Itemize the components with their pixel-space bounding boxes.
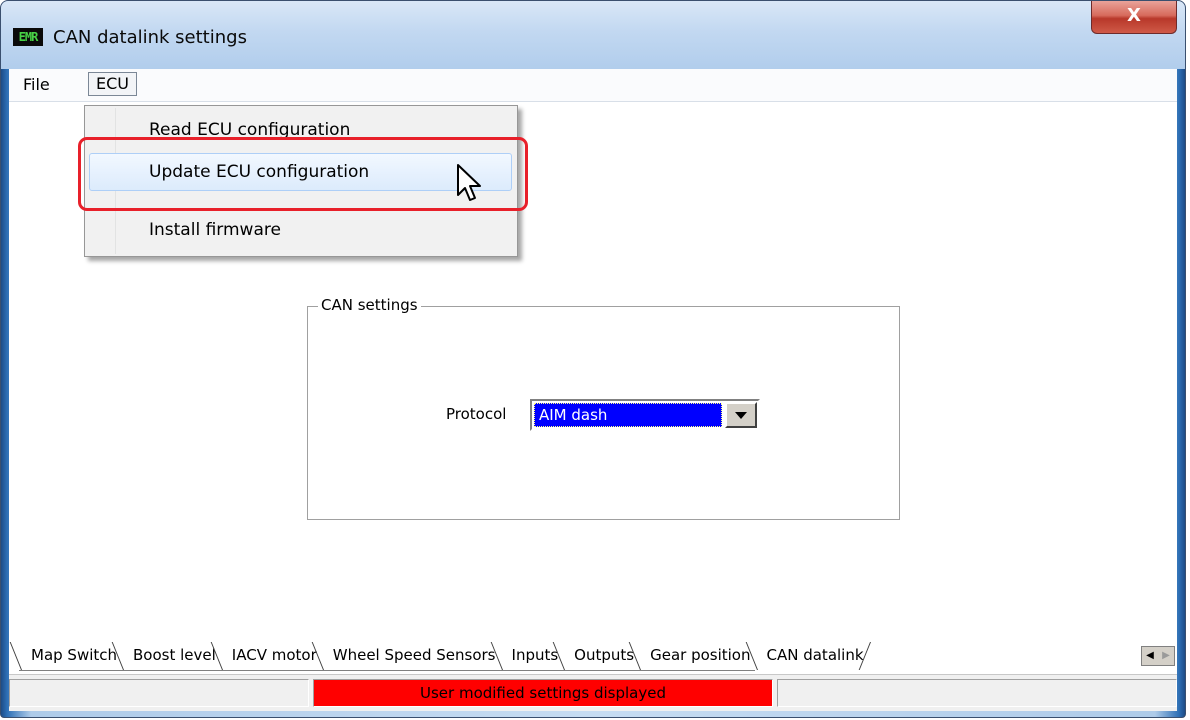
tab-inputs[interactable]: Inputs <box>499 642 563 671</box>
tab-map-switch[interactable]: Map Switch <box>19 642 122 671</box>
tab-outputs[interactable]: Outputs <box>562 642 639 671</box>
status-bar: User modified settings displayed <box>9 674 1177 711</box>
tab-gear-position[interactable]: Gear position <box>638 642 755 671</box>
menu-bar: File ECU <box>9 69 1177 102</box>
tab-wheel-speed-sensors[interactable]: Wheel Speed Sensors <box>320 642 500 671</box>
tab-boost-level[interactable]: Boost level <box>121 642 220 671</box>
tab-list: Map Switch Boost level IACV motor Wheel … <box>19 642 868 672</box>
protocol-select[interactable]: AIM dash <box>530 399 760 431</box>
tab-strip: Map Switch Boost level IACV motor Wheel … <box>9 642 1177 674</box>
app-logo-icon: EMR <box>13 28 43 46</box>
protocol-dropdown-button[interactable] <box>725 402 757 428</box>
tab-scroll-buttons: ◀ ▶ <box>1141 646 1175 666</box>
menu-ecu[interactable]: ECU <box>88 72 137 96</box>
title-bar[interactable]: EMR CAN datalink settings X <box>1 1 1185 69</box>
tab-can-datalink[interactable]: CAN datalink <box>754 642 868 670</box>
arrow-left-icon[interactable]: ◀ <box>1142 647 1158 665</box>
menu-file[interactable]: File <box>23 75 50 94</box>
protocol-label: Protocol <box>446 405 507 423</box>
can-settings-group-label: CAN settings <box>318 296 421 314</box>
mouse-cursor-icon <box>457 164 481 201</box>
arrow-right-icon[interactable]: ▶ <box>1158 647 1174 665</box>
can-settings-group: CAN settings Protocol AIM dash <box>307 296 900 520</box>
window-title: CAN datalink settings <box>53 27 247 48</box>
chevron-down-icon <box>735 412 747 419</box>
menu-item-install-firmware[interactable]: Install firmware <box>149 220 281 240</box>
status-cell-right <box>777 679 1177 707</box>
tab-iacv-motor[interactable]: IACV motor <box>219 642 321 671</box>
close-button[interactable]: X <box>1091 1 1177 34</box>
status-message: User modified settings displayed <box>313 679 773 707</box>
status-cell-left <box>9 679 309 707</box>
protocol-select-value[interactable]: AIM dash <box>534 403 722 427</box>
